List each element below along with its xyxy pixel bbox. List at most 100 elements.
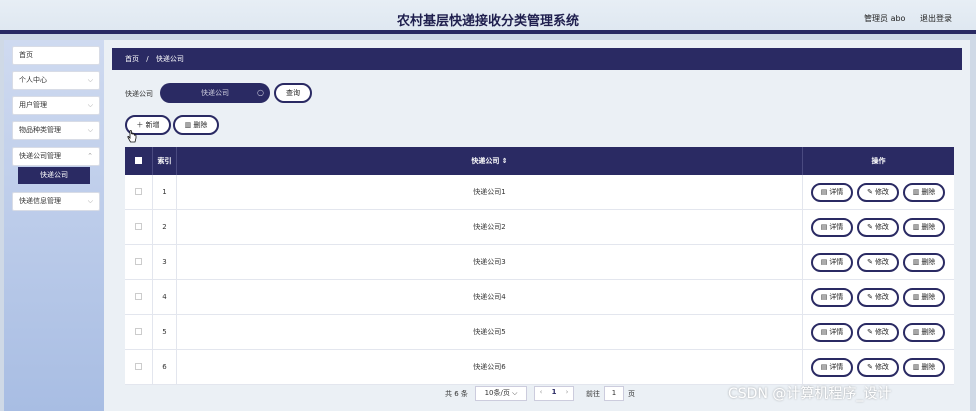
table-header: 索引 快递公司 ⇕ 操作 [125,147,954,175]
select-all-checkbox[interactable] [125,147,152,175]
table-row: 4 快递公司4 ▤ 详情 ✎ 修改 ▥ 删除 [125,280,954,315]
edit-button[interactable]: ✎ 修改 [857,183,899,202]
row-delete-label: 删除 [921,188,936,196]
row-checkbox[interactable] [125,280,152,314]
sidebar-item-home[interactable]: 首页 [12,46,100,65]
sidebar-item-user-management[interactable]: 用户管理 ⌵ [12,96,100,115]
row-delete-label: 删除 [921,293,936,301]
document-icon: ▤ [820,188,828,196]
document-icon: ▤ [820,258,828,266]
user-area: 管理员 abo 退出登录 [852,13,952,24]
row-checkbox[interactable] [125,245,152,279]
main-content: 首页 / 快递公司 快递公司 快递公司 ○ 查询 ＋ 新增 ▥ 删除 索引 快递… [104,40,970,411]
trash-icon: ▥ [912,363,920,371]
search-label: 快递公司 [125,90,153,98]
row-delete-button[interactable]: ▥ 删除 [903,358,945,377]
edit-label: 修改 [874,328,889,336]
row-index: 3 [152,245,176,279]
page-size-value: 10条/页 [484,389,510,397]
sidebar-item-courier-info-management[interactable]: 快递信息管理 ⌵ [12,192,100,211]
hand-cursor-icon [127,130,137,143]
edit-button[interactable]: ✎ 修改 [857,218,899,237]
row-company-name: 快递公司5 [176,315,802,349]
row-company-name: 快递公司4 [176,280,802,314]
row-delete-label: 删除 [921,363,936,371]
row-delete-button[interactable]: ▥ 删除 [903,218,945,237]
page-size-select[interactable]: 10条/页 ⌵ [475,386,527,401]
edit-label: 修改 [874,293,889,301]
detail-button[interactable]: ▤ 详情 [811,358,853,377]
sidebar-item-personal-center[interactable]: 个人中心 ⌵ [12,71,100,90]
row-delete-button[interactable]: ▥ 删除 [903,183,945,202]
detail-button[interactable]: ▤ 详情 [811,323,853,342]
row-checkbox[interactable] [125,350,152,384]
row-delete-label: 删除 [921,258,936,266]
sidebar-item-label: 首页 [19,51,33,59]
sidebar-item-category-management[interactable]: 物品种类管理 ⌵ [12,121,100,140]
edit-label: 修改 [874,258,889,266]
header-actions: 操作 [802,147,954,175]
header-company[interactable]: 快递公司 ⇕ [176,147,802,175]
goto-label: 前往 [586,390,600,398]
row-delete-button[interactable]: ▥ 删除 [903,323,945,342]
sidebar-subitem-courier-company[interactable]: 快递公司 [18,167,90,184]
sidebar-item-courier-company-management[interactable]: 快递公司管理 ⌃ [12,147,100,166]
row-checkbox[interactable] [125,315,152,349]
app-title: 农村基层快递接收分类管理系统 [396,14,579,29]
trash-icon: ▥ [912,293,920,301]
chevron-up-icon: ⌃ [87,152,93,160]
search-placeholder: 快递公司 [201,89,229,97]
row-company-name: 快递公司2 [176,210,802,244]
row-delete-button[interactable]: ▥ 删除 [903,288,945,307]
delete-button[interactable]: ▥ 删除 [173,115,219,135]
row-actions: ▤ 详情 ✎ 修改 ▥ 删除 [802,175,954,209]
row-delete-button[interactable]: ▥ 删除 [903,253,945,272]
table-row: 2 快递公司2 ▤ 详情 ✎ 修改 ▥ 删除 [125,210,954,245]
edit-button[interactable]: ✎ 修改 [857,253,899,272]
chevron-down-icon: ⌵ [87,126,93,134]
row-delete-label: 删除 [921,328,936,336]
row-index: 2 [152,210,176,244]
goto-page-input[interactable]: 1 [604,386,624,401]
row-actions: ▤ 详情 ✎ 修改 ▥ 删除 [802,210,954,244]
row-actions: ▤ 详情 ✎ 修改 ▥ 删除 [802,350,954,384]
chevron-down-icon: ⌵ [512,389,518,397]
row-checkbox[interactable] [125,210,152,244]
edit-button[interactable]: ✎ 修改 [857,323,899,342]
pencil-icon: ✎ [867,293,873,301]
table-row: 1 快递公司1 ▤ 详情 ✎ 修改 ▥ 删除 [125,175,954,210]
trash-icon: ▥ [912,258,920,266]
query-button[interactable]: 查询 [274,83,312,103]
plus-icon: ＋ [136,121,144,129]
edit-button[interactable]: ✎ 修改 [857,288,899,307]
document-icon: ▤ [820,223,828,231]
detail-label: 详情 [829,258,844,266]
breadcrumb-separator: / [146,55,149,63]
sidebar-item-label: 用户管理 [19,101,47,109]
edit-label: 修改 [874,363,889,371]
chevron-down-icon: ⌵ [87,76,93,84]
row-actions: ▤ 详情 ✎ 修改 ▥ 删除 [802,315,954,349]
watermark-text: CSDN @计算机程序_设计 [728,386,892,402]
detail-button[interactable]: ▤ 详情 [811,288,853,307]
row-index: 1 [152,175,176,209]
header-index: 索引 [152,147,176,175]
detail-button[interactable]: ▤ 详情 [811,253,853,272]
detail-button[interactable]: ▤ 详情 [811,183,853,202]
logout-link[interactable]: 退出登录 [920,14,952,23]
table-row: 6 快递公司6 ▤ 详情 ✎ 修改 ▥ 删除 [125,350,954,385]
row-checkbox[interactable] [125,175,152,209]
trash-icon: ▥ [912,328,920,336]
next-page-button[interactable]: › [560,386,574,401]
search-input[interactable]: 快递公司 ○ [160,83,270,103]
row-index: 4 [152,280,176,314]
edit-button[interactable]: ✎ 修改 [857,358,899,377]
sidebar-item-label: 物品种类管理 [19,126,61,134]
sidebar-item-label: 快递信息管理 [19,197,61,205]
edit-label: 修改 [874,188,889,196]
pagination-total: 共 6 条 [445,390,468,398]
trash-icon: ▥ [912,188,920,196]
detail-label: 详情 [829,328,844,336]
breadcrumb-home[interactable]: 首页 [125,55,139,63]
detail-button[interactable]: ▤ 详情 [811,218,853,237]
